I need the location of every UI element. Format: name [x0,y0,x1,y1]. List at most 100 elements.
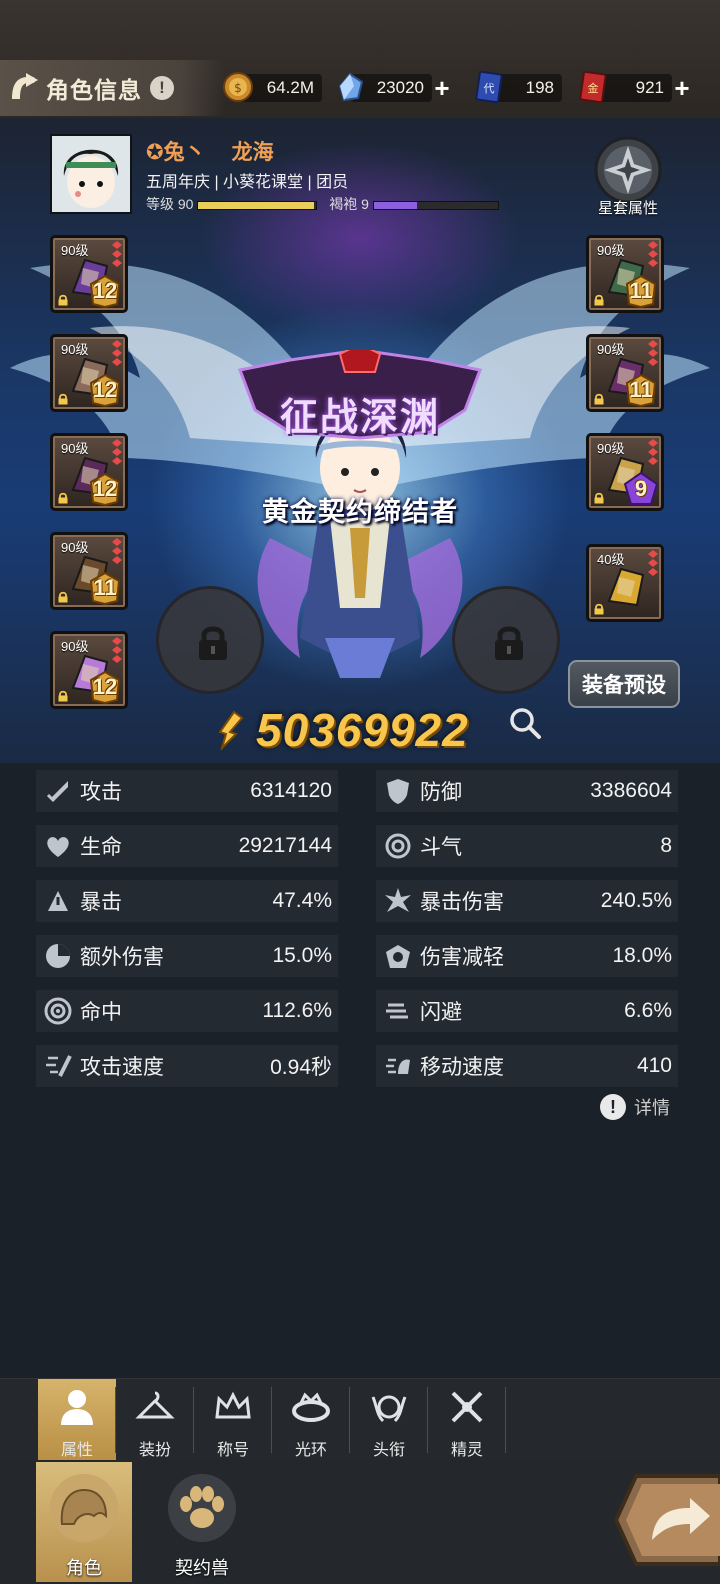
swirl-icon [385,833,411,859]
paw-icon [168,1474,236,1542]
stat-name: 攻击 [80,781,122,804]
stat-row: 攻击速度 0.94秒 [36,1045,338,1087]
svg-text:代: 代 [484,82,495,95]
enhance-badge-icon [89,472,121,506]
sub-tab-bar: 属性 装扮 称号 光环 头衔 精灵 [0,1378,720,1461]
stat-value: 112.6% [262,999,332,1022]
equipment-slot-ring[interactable]: 40级 [586,544,664,622]
move-speed-icon [386,1058,410,1074]
equipment-slot-cloak[interactable]: 90级 12 [50,631,128,709]
tab-label: 称号 [216,1442,249,1459]
main-tab-label: 契约兽 [175,1558,229,1578]
back-arrow-icon[interactable] [8,73,40,103]
target-icon [44,997,72,1025]
lock-icon [58,294,68,306]
stat-name: 暴击 [80,891,122,914]
tab-crown[interactable]: 称号 [194,1379,272,1461]
lock-icon [594,603,604,615]
gem-slots-icon [112,340,122,366]
equipment-level: 40级 [597,552,625,567]
stat-row: 伤害减轻 18.0% [376,935,678,977]
search-icon[interactable] [508,706,542,740]
equipment-preset-button[interactable]: 装备预设 [568,660,680,708]
gem-slots-icon [112,439,122,465]
equipment-slot-weapon[interactable]: 90级 11 [586,235,664,313]
heart-icon [47,837,69,857]
star-set-label: 星套属性 [597,200,658,217]
stat-name: 命中 [80,1001,122,1024]
equipment-slot-offhand[interactable]: 90级 11 [586,334,664,412]
tab-hanger[interactable]: 装扮 [116,1379,194,1461]
equipment-level: 90级 [61,639,89,654]
stat-row: 攻击 6314120 [36,770,338,812]
lock-icon [594,294,604,306]
pet-slot-right-locked[interactable] [452,586,560,694]
red-ticket-add-button[interactable]: + [670,75,694,101]
level-label: 等级 90 [146,196,194,212]
gem-slots-icon [112,637,122,663]
gem-slots-icon [648,439,658,465]
equipment-slot-chest[interactable]: 90级 12 [50,433,128,511]
gem-slots-icon [648,340,658,366]
stat-row: 暴击 47.4% [36,880,338,922]
tab-halo[interactable]: 光环 [272,1379,350,1461]
equipment-level: 90级 [597,441,625,456]
tab-spirit[interactable]: 精灵 [428,1379,506,1461]
details-link[interactable]: ! 详情 [600,1094,670,1120]
stat-name: 额外伤害 [80,946,164,969]
power-icon [218,710,244,750]
equipment-level: 90级 [61,243,89,258]
svg-text:$: $ [234,81,242,95]
character-icon [50,1474,118,1542]
page-title-bar: 角色信息 ! [0,60,225,116]
stat-row: 移动速度 410 [376,1045,678,1087]
character-title: 黄金契约缔结者 [262,497,458,527]
page-title: 角色信息 [46,77,142,103]
avatar-portrait [52,136,130,212]
ring-icon [607,567,645,607]
equipment-slot-gloves[interactable]: 90级 11 [50,532,128,610]
title-info-icon[interactable]: ! [150,76,174,100]
crystal-add-button[interactable]: + [430,75,454,101]
return-arrow-button[interactable] [612,1470,720,1570]
crit-icon [48,891,68,911]
details-info-icon: ! [600,1094,626,1120]
lock-icon [199,626,227,660]
lock-icon [58,591,68,603]
stat-name: 防御 [420,781,462,804]
equipment-level: 90级 [61,540,89,555]
star-set-button[interactable]: 星套属性 [586,134,670,220]
equipment-slot-necklace[interactable]: 90级 9 [586,433,664,511]
stat-value: 0.94秒 [270,1056,332,1079]
tab-person[interactable]: 属性 [38,1379,116,1461]
pet-slot-left-locked[interactable] [156,586,264,694]
hanger-icon [135,1391,175,1419]
enhance-badge-icon [89,274,121,308]
person-icon [61,1390,93,1425]
gem-slots-icon [648,550,658,576]
main-tab-character[interactable]: 角色 [36,1462,132,1582]
lock-icon [594,393,604,405]
cloak-label: 褐袍 9 [329,196,369,212]
stat-name: 闪避 [420,1001,462,1024]
gem-slots-icon [648,241,658,267]
tab-emblem[interactable]: 头衔 [350,1379,428,1461]
crystal-icon [338,72,364,102]
equipment-slot-helmet[interactable]: 90级 12 [50,235,128,313]
stat-value: 6314120 [250,779,332,802]
stat-row: 生命 29217144 [36,825,338,867]
level-row: 等级 90 褐袍 9 [146,194,499,214]
main-tab-paw[interactable]: 契约兽 [154,1462,250,1582]
player-guild-line: 五周年庆 | 小葵花课堂 | 团员 [146,174,349,191]
lock-icon [58,393,68,405]
avatar[interactable] [50,134,132,214]
top-bar: 角色信息 ! 64.2M $ 23020 + 198 代 921 金 + [0,0,720,118]
equipment-level: 90级 [597,342,625,357]
tab-label: 头衔 [372,1442,405,1459]
stat-name: 伤害减轻 [420,946,504,969]
player-name-prefix: 兔丶 [163,141,206,164]
stat-value: 29217144 [238,834,332,857]
equipment-slot-shoulder[interactable]: 90级 12 [50,334,128,412]
stat-row: 闪避 6.6% [376,990,678,1032]
extra-damage-icon [46,944,70,968]
